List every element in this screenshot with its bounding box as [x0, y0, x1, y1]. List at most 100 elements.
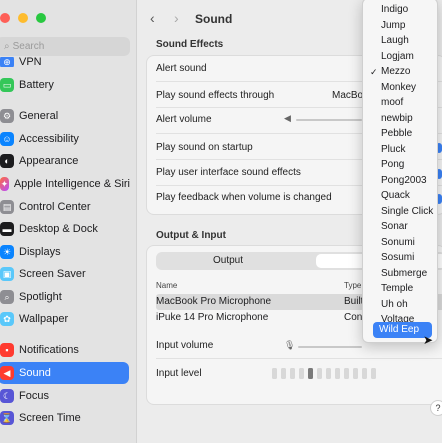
menu-item[interactable]: moof — [367, 95, 435, 111]
tab-output[interactable]: Output — [158, 254, 298, 268]
sidebar-item-sound[interactable]: ◀ Sound — [0, 362, 129, 384]
menu-item[interactable]: Single Click — [367, 204, 435, 220]
focus-icon: ☾ — [0, 389, 14, 403]
menu-item[interactable]: Laugh — [367, 33, 435, 49]
sidebar-item-label: Displays — [19, 246, 61, 258]
sidebar-item-wallpaper[interactable]: ✿ Wallpaper — [0, 308, 130, 330]
startup-sound-label: Play sound on startup — [156, 142, 253, 153]
level-cell — [326, 368, 331, 379]
menu-item[interactable]: Pluck — [367, 142, 435, 158]
accessibility-icon: ☺ — [0, 132, 14, 146]
menu-item-checked[interactable]: ✓ Mezzo — [367, 64, 435, 80]
sidebar-item-label: Appearance — [19, 155, 79, 167]
menu-item[interactable]: Monkey — [367, 80, 435, 96]
level-cell — [299, 368, 304, 379]
notifications-icon: ▪ — [0, 343, 14, 357]
sidebar-item-label: General — [19, 110, 59, 122]
menu-item[interactable]: Submerge — [367, 266, 435, 282]
menu-item[interactable]: Pebble — [367, 126, 435, 142]
menu-item[interactable]: newbip — [367, 111, 435, 127]
level-cell — [281, 368, 286, 379]
search-icon: ⌕ — [4, 41, 10, 52]
close-window-button[interactable] — [0, 13, 10, 23]
mouse-pointer-icon: ➤ — [423, 333, 434, 347]
search-placeholder: Search — [12, 41, 45, 52]
menu-item[interactable]: Sonumi — [367, 235, 435, 251]
displays-icon: ☀ — [0, 245, 14, 259]
sidebar-item-desktop-dock[interactable]: ▬ Desktop & Dock — [0, 218, 130, 240]
alert-volume-slider[interactable] — [296, 119, 362, 121]
search-field[interactable]: ⌕ Search — [0, 37, 130, 56]
sidebar-item-label: Accessibility — [19, 133, 79, 145]
window-controls — [0, 13, 46, 23]
menu-item[interactable]: Pong2003 — [367, 173, 435, 189]
sidebar-item-appearance[interactable]: ◐ Appearance — [0, 150, 130, 172]
forward-button[interactable]: › — [174, 10, 179, 26]
menu-item[interactable]: Jump — [367, 18, 435, 34]
zoom-window-button[interactable] — [36, 13, 46, 23]
section-heading-sound-effects: Sound Effects — [156, 39, 224, 50]
menu-item[interactable]: Sonar — [367, 219, 435, 235]
sidebar-item-label: Control Center — [19, 201, 91, 213]
input-level-label: Input level — [156, 368, 202, 379]
device-name: iPuke 14 Pro Microphone — [156, 312, 269, 323]
menu-item[interactable]: Pong — [367, 157, 435, 173]
device-name: MacBook Pro Microphone — [156, 296, 272, 307]
microphone-low-icon: 🎙 — [284, 340, 296, 350]
sidebar-item-accessibility[interactable]: ☺ Accessibility — [0, 128, 130, 150]
ui-sounds-label: Play user interface sound effects — [156, 167, 301, 178]
sidebar-item-label: Screen Saver — [19, 268, 86, 280]
section-heading-output-input: Output & Input — [156, 230, 226, 241]
play-through-label: Play sound effects through — [156, 90, 275, 101]
sidebar-item-label: VPN — [19, 57, 42, 67]
alert-volume-label: Alert volume — [156, 114, 212, 125]
sidebar-item-vpn[interactable]: ⊕ VPN — [0, 57, 130, 67]
sidebar-item-label: Screen Time — [19, 412, 81, 424]
sidebar-item-focus[interactable]: ☾ Focus — [0, 385, 130, 407]
menu-item[interactable]: Temple — [367, 281, 435, 297]
sidebar-item-siri[interactable]: ✦ Apple Intelligence & Siri — [0, 173, 130, 195]
system-settings-window: ⌕ Search ⊕ VPN ▭ Battery ⚙ General ☺ Acc… — [0, 0, 442, 443]
help-button[interactable]: ? — [430, 400, 442, 416]
menu-item[interactable]: Quack — [367, 188, 435, 204]
device-type: Built — [344, 296, 364, 307]
sidebar-item-displays[interactable]: ☀ Displays — [0, 241, 130, 263]
sidebar-item-label: Sound — [19, 367, 51, 379]
page-title: Sound — [195, 12, 233, 26]
level-cell — [272, 368, 277, 379]
sidebar-item-spotlight[interactable]: ⌕ Spotlight — [0, 286, 130, 308]
menu-item[interactable]: Sosumi — [367, 250, 435, 266]
menu-item[interactable]: Uh oh — [367, 297, 435, 313]
volume-feedback-label: Play feedback when volume is changed — [156, 192, 332, 203]
level-cell — [362, 368, 367, 379]
sidebar-item-screen-time[interactable]: ⌛ Screen Time — [0, 407, 130, 429]
sidebar-item-label: Focus — [19, 390, 49, 402]
spotlight-icon: ⌕ — [0, 290, 14, 304]
menu-item[interactable]: Logjam — [367, 49, 435, 65]
level-cell — [290, 368, 295, 379]
input-volume-slider[interactable] — [298, 346, 362, 348]
menu-item-label: Mezzo — [381, 66, 411, 77]
back-button[interactable]: ‹ — [150, 10, 155, 26]
sidebar-item-label: Apple Intelligence & Siri — [13, 178, 130, 190]
level-cell — [308, 368, 313, 379]
sidebar-item-battery[interactable]: ▭ Battery — [0, 74, 130, 96]
sidebar-item-control-center[interactable]: ▤ Control Center — [0, 196, 130, 218]
input-volume-label: Input volume — [156, 340, 214, 351]
sidebar-item-general[interactable]: ⚙ General — [0, 105, 130, 127]
menu-item[interactable]: Indigo — [367, 2, 435, 18]
sidebar-item-notifications[interactable]: ▪ Notifications — [0, 339, 130, 361]
column-header-type[interactable]: Type — [344, 281, 361, 290]
alert-sound-label: Alert sound — [156, 63, 207, 74]
sidebar: ⌕ Search ⊕ VPN ▭ Battery ⚙ General ☺ Acc… — [0, 0, 137, 443]
speaker-low-icon: ◀ — [284, 113, 291, 123]
level-cell — [335, 368, 340, 379]
sidebar-item-label: Desktop & Dock — [19, 223, 98, 235]
minimize-window-button[interactable] — [18, 13, 28, 23]
column-header-name[interactable]: Name — [156, 281, 177, 290]
sidebar-item-label: Spotlight — [19, 291, 62, 303]
level-cell — [353, 368, 358, 379]
gear-icon: ⚙ — [0, 109, 14, 123]
level-cell — [344, 368, 349, 379]
sidebar-item-screen-saver[interactable]: ▣ Screen Saver — [0, 263, 130, 285]
